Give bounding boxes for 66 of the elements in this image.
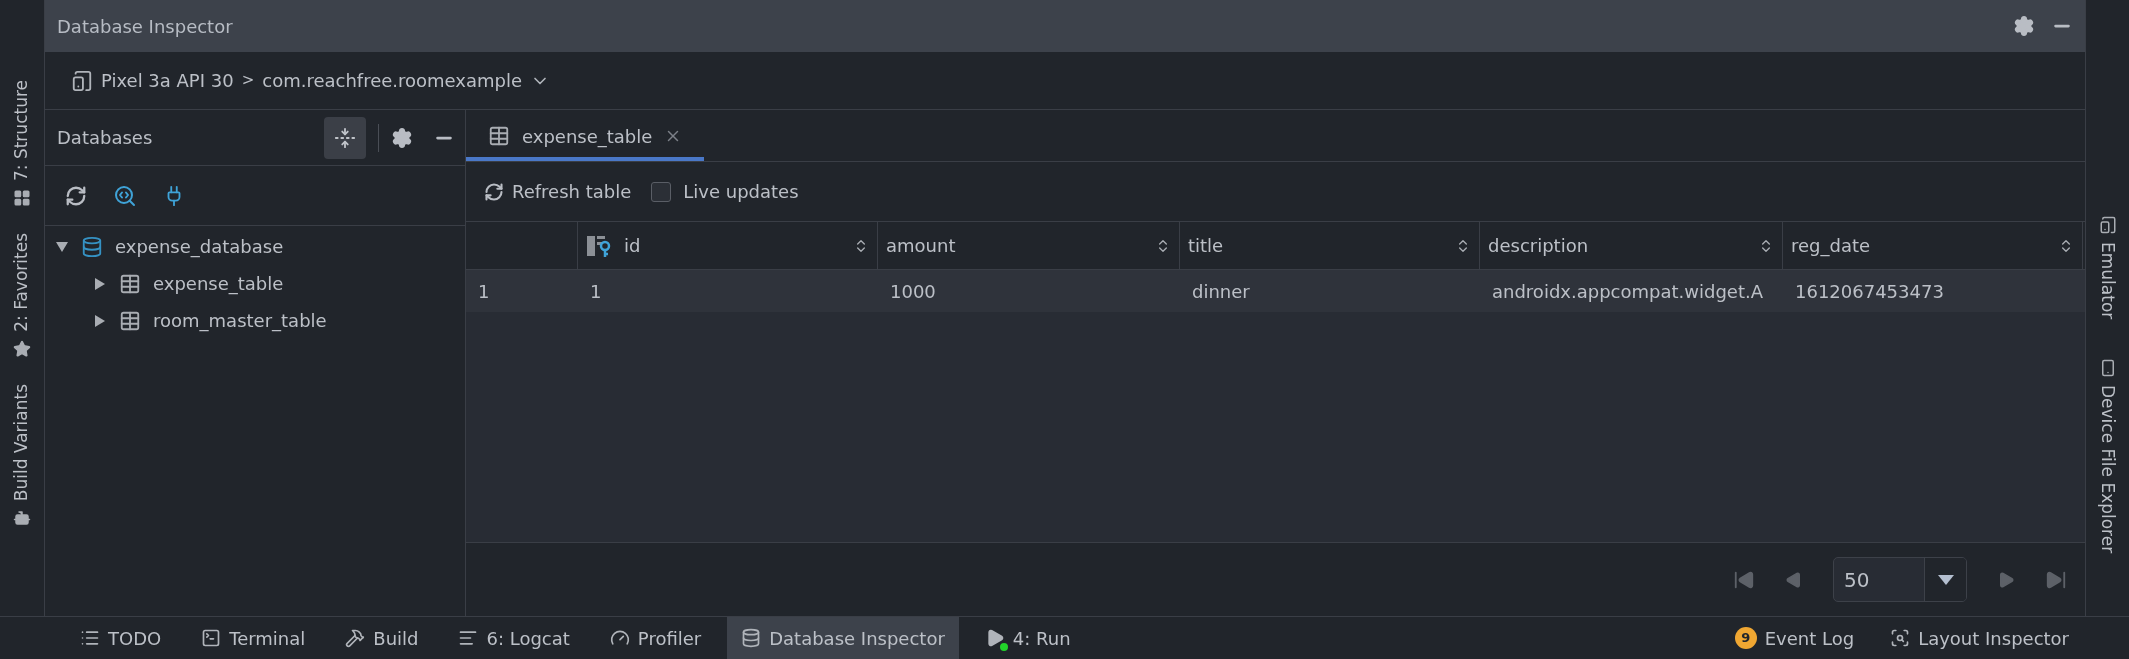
database-icon (741, 628, 762, 648)
tree-item[interactable]: expense_database (115, 233, 284, 260)
refresh-icon[interactable] (65, 184, 87, 207)
table-icon (119, 272, 141, 295)
tool-window-tab[interactable]: Database Inspector (727, 617, 959, 659)
refresh-table-button[interactable]: Refresh table (484, 178, 632, 205)
column-header[interactable]: description (1480, 222, 1783, 269)
collapse-icon (334, 126, 356, 149)
table-cell: 1 (590, 280, 602, 302)
gauge-icon (609, 628, 630, 648)
tool-window-button[interactable]: Device File Explorer (2094, 385, 2121, 554)
device-icon (71, 69, 93, 92)
tree-item[interactable]: room_master_table (153, 307, 327, 334)
column-header[interactable]: amount (878, 222, 1180, 269)
device-icon (2098, 216, 2117, 234)
tool-window-button[interactable]: Build Variants (9, 383, 35, 501)
page-size-dropdown[interactable]: 50 (1833, 557, 1967, 602)
lines-icon (458, 628, 479, 648)
panel-title: Databases (57, 126, 153, 150)
settings-icon[interactable] (391, 126, 413, 149)
checkbox-label: Live updates (683, 180, 799, 204)
collapsed-arrow-icon[interactable] (93, 313, 107, 328)
table-cell: 1000 (890, 280, 936, 302)
tool-window-button[interactable]: Emulator (2094, 242, 2121, 320)
window-title: Database Inspector (57, 14, 233, 39)
blocks-icon (13, 189, 31, 208)
device-name[interactable]: Pixel 3a API 30 (101, 67, 234, 94)
inspect-icon (1890, 628, 1911, 648)
tool-window-tab[interactable]: 6: Logcat (444, 617, 584, 659)
notification-badge: 9 (1734, 627, 1757, 649)
column-header[interactable]: title (1180, 222, 1480, 269)
breadcrumb-separator: > (241, 70, 255, 92)
next-page-icon[interactable] (1997, 570, 2015, 589)
tool-window-tab[interactable]: 4: Run (970, 617, 1085, 659)
tool-window-button[interactable]: 2: Favorites (9, 233, 35, 332)
terminal-icon (201, 628, 222, 648)
table-cell: 1612067453473 (1795, 280, 1944, 302)
star-icon (13, 339, 31, 358)
list-icon (80, 628, 100, 648)
table-icon (488, 125, 510, 147)
tool-window-tab[interactable]: Build (331, 617, 433, 659)
tool-window-tab[interactable]: Layout Inspector (1890, 624, 2069, 652)
database-icon (81, 235, 103, 258)
table-cell: androidx.appcompat.widget.A (1492, 280, 1763, 302)
tool-window-tab[interactable]: TODO (66, 617, 176, 659)
tool-window-tab[interactable]: 9 Event Log (1734, 624, 1855, 652)
hammer-icon (345, 628, 366, 648)
tree-item[interactable]: expense_table (153, 270, 284, 297)
query-icon[interactable] (113, 183, 137, 208)
collapse-all-button[interactable] (324, 116, 366, 159)
dropdown-icon (1937, 574, 1954, 585)
refresh-icon (484, 181, 504, 202)
collapsed-arrow-icon[interactable] (93, 276, 107, 291)
previous-page-icon[interactable] (1785, 570, 1803, 589)
table-cell: dinner (1192, 280, 1250, 302)
column-header[interactable]: id (578, 222, 878, 269)
settings-icon[interactable] (2013, 15, 2035, 37)
app-process[interactable]: com.reachfree.roomexample (262, 67, 523, 94)
tool-window-tab[interactable]: Terminal (187, 617, 320, 659)
expanded-arrow-icon[interactable] (55, 239, 69, 254)
column-header[interactable]: reg_date (1783, 222, 2083, 269)
live-updates-checkbox[interactable] (651, 181, 672, 202)
table-icon (119, 309, 141, 332)
tool-window-button[interactable]: 7: Structure (9, 80, 35, 182)
tool-window-tab[interactable]: Profiler (595, 617, 716, 659)
row-number: 1 (478, 280, 490, 302)
